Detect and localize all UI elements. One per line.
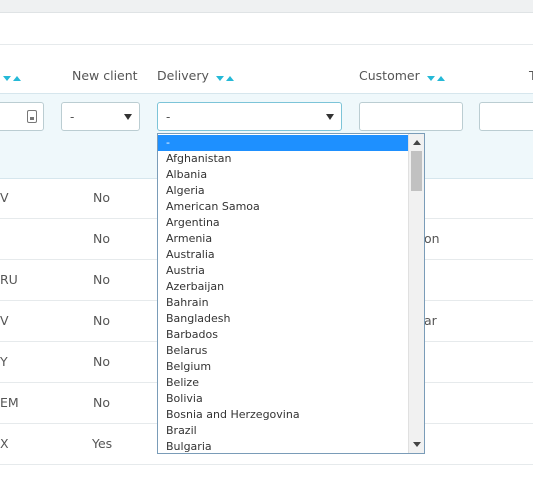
sort-desc-icon[interactable] <box>3 76 11 81</box>
dropdown-option[interactable]: Australia <box>158 247 409 263</box>
row-code: EM <box>0 395 19 410</box>
dropdown-scrollbar[interactable] <box>408 134 424 453</box>
sort-asc-icon[interactable] <box>13 76 21 81</box>
sort-desc-icon[interactable] <box>426 76 435 81</box>
chevron-down-icon <box>124 114 132 120</box>
dropdown-option[interactable]: Bosnia and Herzegovina <box>158 407 409 423</box>
header-delivery-label: Delivery <box>157 68 209 83</box>
customer-filter-input[interactable] <box>359 102 463 131</box>
row-customer: on <box>424 231 440 246</box>
dropdown-option[interactable]: Barbados <box>158 327 409 343</box>
header-trailing-column: T <box>529 68 533 83</box>
dropdown-option[interactable]: - <box>158 135 409 151</box>
top-toolbar <box>0 0 533 13</box>
row-code: X <box>0 436 9 451</box>
row-new-client: No <box>93 354 110 369</box>
delivery-filter-select[interactable]: - <box>157 102 342 131</box>
new-client-filter-select[interactable]: - <box>61 102 140 131</box>
dropdown-option[interactable]: Bangladesh <box>158 311 409 327</box>
row-new-client: No <box>93 231 110 246</box>
delivery-filter-value: - <box>166 110 171 124</box>
row-new-client: No <box>93 190 110 205</box>
header-new-client: New client <box>72 68 138 83</box>
new-client-filter-value: - <box>70 110 75 124</box>
row-new-client: No <box>93 395 110 410</box>
row-code: Y <box>0 354 8 369</box>
dropdown-option[interactable]: Belarus <box>158 343 409 359</box>
dropdown-option[interactable]: American Samoa <box>158 199 409 215</box>
sort-asc-icon[interactable] <box>436 76 445 81</box>
dropdown-option[interactable]: Austria <box>158 263 409 279</box>
panel-divider <box>0 44 533 45</box>
header-customer: Customer <box>359 68 445 84</box>
dropdown-option[interactable]: Bolivia <box>158 391 409 407</box>
delivery-dropdown-list[interactable]: - Afghanistan Albania Algeria American S… <box>157 133 425 454</box>
sort-asc-icon[interactable] <box>225 76 234 81</box>
dropdown-option[interactable]: Argentina <box>158 215 409 231</box>
scrollbar-thumb[interactable] <box>411 151 422 191</box>
header-previous-column-sort <box>0 68 21 84</box>
scroll-up-icon[interactable] <box>413 140 421 145</box>
dropdown-option[interactable]: Belize <box>158 375 409 391</box>
row-code: V <box>0 190 9 205</box>
dropdown-option[interactable]: Belgium <box>158 359 409 375</box>
dropdown-option[interactable]: Bahrain <box>158 295 409 311</box>
trailing-filter-input[interactable] <box>479 102 533 131</box>
dropdown-option[interactable]: Algeria <box>158 183 409 199</box>
dropdown-option[interactable]: Armenia <box>158 231 409 247</box>
date-filter-input[interactable] <box>0 102 44 131</box>
dropdown-option[interactable]: Bulgaria <box>158 439 409 453</box>
dropdown-option[interactable]: Afghanistan <box>158 151 409 167</box>
chevron-down-icon <box>326 114 334 120</box>
row-new-client: Yes <box>92 436 113 451</box>
dropdown-option[interactable]: Brazil <box>158 423 409 439</box>
calendar-icon[interactable] <box>27 110 37 123</box>
row-code: RU <box>0 272 18 287</box>
row-code: V <box>0 313 9 328</box>
header-customer-label: Customer <box>359 68 420 83</box>
row-new-client: No <box>93 272 110 287</box>
scroll-down-icon[interactable] <box>413 442 421 447</box>
dropdown-option[interactable]: Albania <box>158 167 409 183</box>
dropdown-option[interactable]: Azerbaijan <box>158 279 409 295</box>
header-delivery: Delivery <box>157 68 234 84</box>
row-new-client: No <box>93 313 110 328</box>
sort-desc-icon[interactable] <box>215 76 224 81</box>
row-customer: ar <box>424 313 437 328</box>
